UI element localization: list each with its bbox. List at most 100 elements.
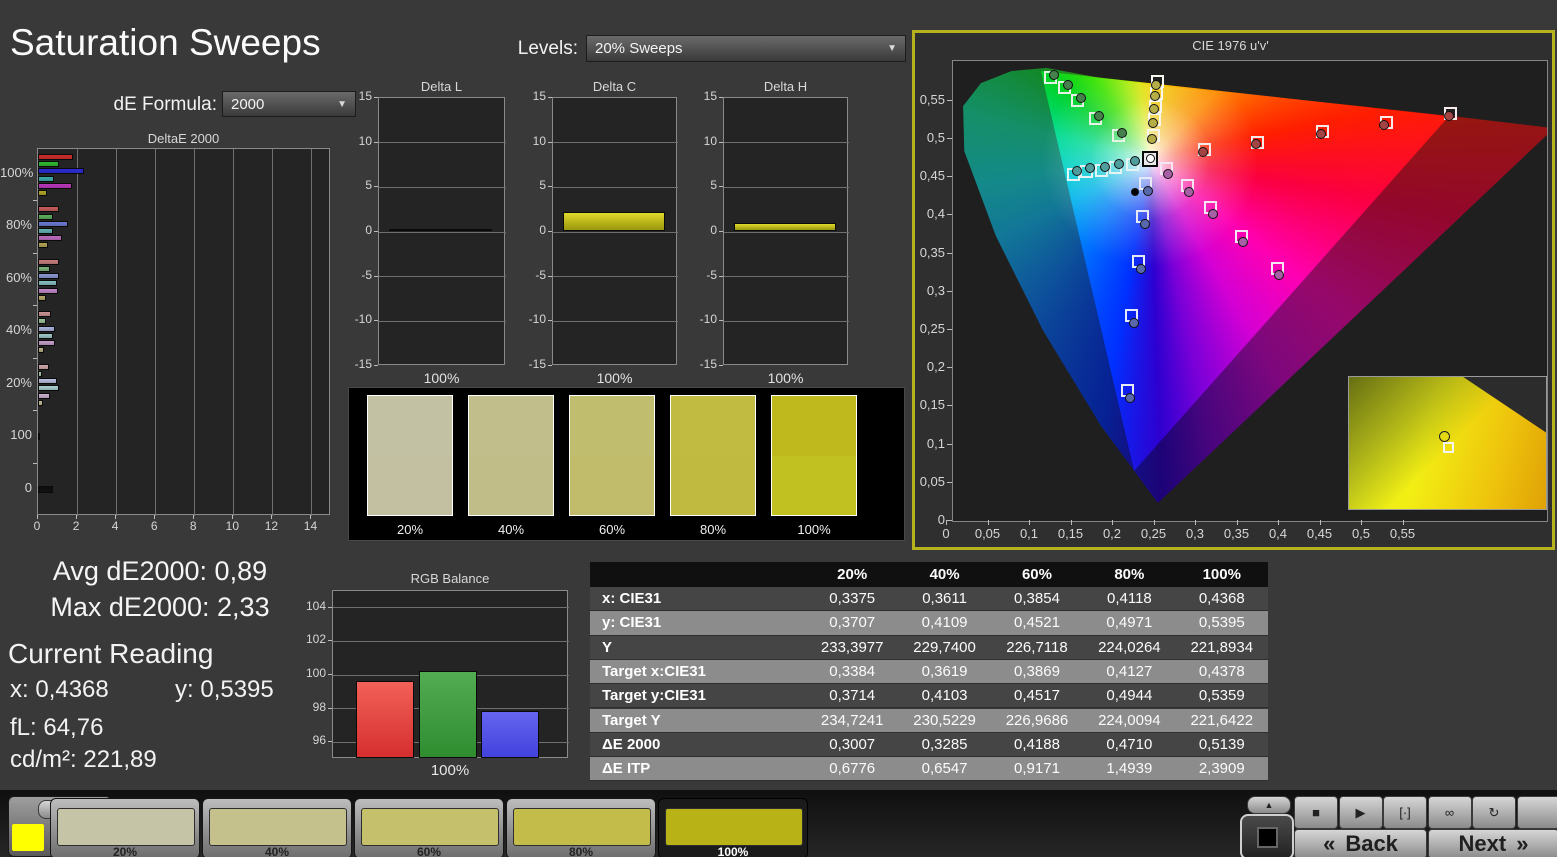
- levels-label: Levels:: [460, 38, 578, 60]
- sweep-swatch-40%: [468, 395, 554, 516]
- patch-tile-100%[interactable]: 100%: [658, 798, 808, 857]
- patch-tile-label: 80%: [507, 845, 655, 857]
- cie-measured-blue: [1136, 264, 1146, 274]
- patch-tile-label: 60%: [355, 845, 503, 857]
- table-cell: 0,6776: [806, 757, 898, 780]
- y-tick-label: -5: [687, 268, 717, 282]
- levels-select[interactable]: 20% Sweeps ▼: [586, 35, 906, 62]
- table-cell: 0,5395: [1176, 611, 1268, 634]
- de-bar-60%-red: [38, 259, 59, 265]
- patch-tile-80%[interactable]: 80%: [506, 798, 656, 857]
- sweep-swatch-100%: [771, 395, 857, 516]
- table-row: y: CIE310,37070,41090,45210,49710,5395: [590, 611, 1268, 635]
- table-cell: 226,7118: [991, 636, 1083, 659]
- x-axis-label: 100%: [332, 762, 568, 779]
- y-group-label: 80%: [0, 217, 32, 232]
- deltae2000-chart: [37, 148, 330, 515]
- transport-stop-button[interactable]: ■: [1294, 796, 1338, 829]
- patch-tile-label: 20%: [51, 845, 199, 857]
- table-cell: 0,3611: [898, 587, 990, 610]
- cie-measured-magenta: [1238, 237, 1248, 247]
- next-button[interactable]: Next»: [1428, 829, 1557, 857]
- cie-measured-magenta: [1163, 169, 1173, 179]
- delta_h-chart: [723, 97, 848, 365]
- table-cell: 0,9171: [991, 757, 1083, 780]
- transport-blank-button[interactable]: [1517, 796, 1557, 829]
- table-row: ΔE 20000,30070,32850,41880,47100,5139: [590, 733, 1268, 757]
- refresh-icon: ↻: [1489, 805, 1500, 821]
- cie-measured-green: [1049, 70, 1059, 80]
- y-tick: [328, 741, 332, 742]
- de-bar-100%-red: [38, 154, 73, 160]
- gridline: [553, 187, 678, 188]
- transport-single-measure-button[interactable]: [·]: [1383, 796, 1427, 829]
- y-group-label: 20%: [0, 375, 32, 390]
- stop-display-button[interactable]: [1240, 814, 1294, 857]
- x-tick-label: 4: [103, 519, 127, 533]
- y-tick: [719, 365, 723, 366]
- table-cell: 1,4939: [1083, 757, 1175, 780]
- y-tick: [374, 186, 378, 187]
- y-tick-label: -10: [687, 312, 717, 326]
- de-bar-40%-blue: [38, 326, 55, 332]
- y-tick: [33, 200, 37, 201]
- cie-measured-green: [1076, 93, 1086, 103]
- de-bar-20%-red: [38, 364, 49, 370]
- patch-tile-swatch: [57, 808, 195, 846]
- delta_h-bar: [734, 223, 835, 231]
- gridline: [233, 149, 234, 516]
- x-tick: [37, 515, 38, 519]
- rgb-bar-green: [419, 671, 477, 758]
- y-tick-label: 10: [516, 134, 546, 148]
- single-measure-icon: [·]: [1399, 805, 1411, 820]
- cie-measured-green: [1117, 128, 1127, 138]
- patch-tile-swatch: [209, 808, 347, 846]
- cie-measured-magenta: [1184, 187, 1194, 197]
- patch-tile-label: 100%: [659, 845, 807, 857]
- cie-x-tick: [1154, 520, 1155, 525]
- patch-tile-20%[interactable]: 20%: [50, 798, 200, 857]
- rgb-balance-chart: [332, 590, 568, 758]
- de-formula-select[interactable]: 2000 ▼: [222, 91, 356, 117]
- de-bar-100%-blue: [38, 168, 84, 174]
- swatch-target: [772, 456, 856, 516]
- y-tick: [328, 708, 332, 709]
- table-cell: 0,4103: [898, 684, 990, 707]
- table-header-cell: 60%: [991, 562, 1083, 587]
- back-button[interactable]: «Back: [1294, 829, 1427, 857]
- patch-tile-40%[interactable]: 40%: [202, 798, 352, 857]
- y-tick-label: -15: [516, 357, 546, 371]
- x-tick: [271, 515, 272, 519]
- cie-y-tick-label: 0,35: [912, 245, 945, 260]
- cie-x-tick-label: 0,1: [1009, 526, 1049, 541]
- swatch-actual: [469, 396, 553, 456]
- swatch-label: 20%: [359, 522, 461, 537]
- cie-y-tick: [947, 138, 952, 139]
- cie-x-tick-label: 0,05: [968, 526, 1008, 541]
- table-row-label: ΔE ITP: [590, 757, 806, 780]
- cie-x-tick-label: 0,15: [1051, 526, 1091, 541]
- y-tick: [719, 231, 723, 232]
- table-row-label: x: CIE31: [590, 587, 806, 610]
- transport-continuous-button[interactable]: ∞: [1428, 796, 1472, 829]
- table-cell: 0,5359: [1176, 684, 1268, 707]
- cie-x-tick-label: 0,5: [1341, 526, 1381, 541]
- transport-play-button[interactable]: ▶: [1339, 796, 1383, 829]
- y-tick-label: 10: [342, 134, 372, 148]
- transport-refresh-button[interactable]: ↻: [1472, 796, 1516, 829]
- x-tick-label: 14: [298, 519, 322, 533]
- next-label: Next: [1459, 831, 1507, 857]
- current-patch-swatch: [12, 824, 44, 851]
- swatch-actual: [368, 396, 452, 456]
- x-axis-label: 100%: [723, 370, 848, 386]
- de-bar-20%-green: [38, 371, 42, 377]
- table-cell: 224,0094: [1083, 709, 1175, 732]
- de-bar-80%-red: [38, 206, 59, 212]
- cie-measured-blue: [1125, 393, 1135, 403]
- de-bar-60%-yellow: [38, 295, 46, 301]
- patch-tile-60%[interactable]: 60%: [354, 798, 504, 857]
- continuous-icon: ∞: [1445, 805, 1454, 820]
- table-header-cell: [590, 562, 806, 587]
- panel-up-button[interactable]: ▲: [1247, 796, 1291, 814]
- gridline: [379, 321, 506, 322]
